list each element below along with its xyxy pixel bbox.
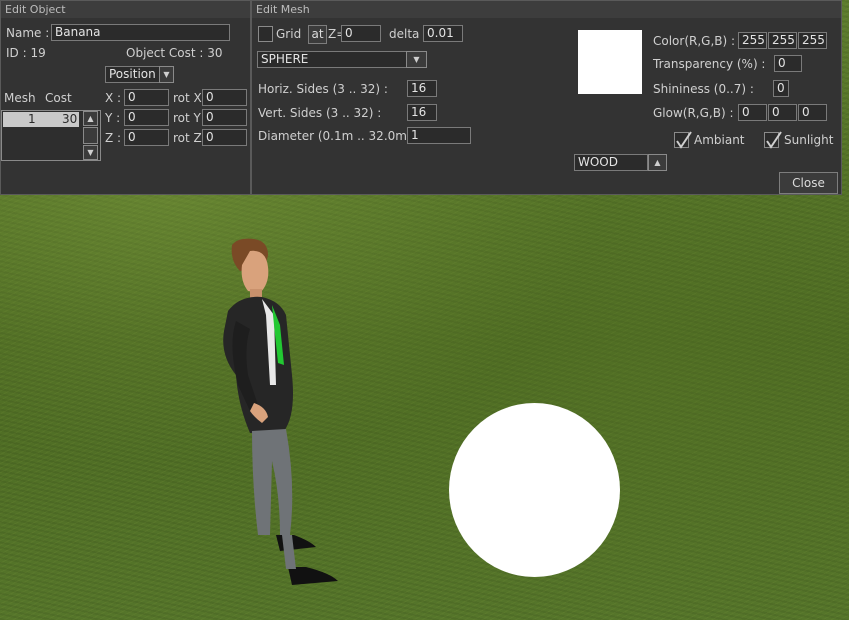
glow-b-field[interactable]: 0 xyxy=(798,104,827,121)
rot-z-label: rot Z xyxy=(173,131,202,145)
shape-select[interactable]: SPHERE xyxy=(257,51,407,68)
shininess-field[interactable]: 0 xyxy=(773,80,789,97)
vert-sides-field[interactable]: 16 xyxy=(407,104,437,121)
rot-x-label: rot X xyxy=(173,91,202,105)
mesh-cost: 30 xyxy=(62,112,78,126)
edit-mesh-panel: Edit Mesh Grid at Z= 0 delta 0.01 SPHERE… xyxy=(251,0,842,195)
y-label: Y : xyxy=(105,111,121,125)
z-label: Z : xyxy=(105,131,122,145)
close-button[interactable]: Close xyxy=(779,172,838,194)
ambiant-checkbox[interactable] xyxy=(674,131,692,149)
checkmark-icon xyxy=(766,131,782,149)
object-name-field[interactable]: Banana xyxy=(51,24,230,41)
texture-dropdown-button[interactable]: ▲ xyxy=(648,154,667,171)
list-scrollbar-track[interactable] xyxy=(83,127,98,144)
diameter-field[interactable]: 1 xyxy=(407,127,471,144)
mesh-list-row[interactable]: 1 30 xyxy=(3,112,79,127)
grid-checkbox[interactable] xyxy=(258,26,273,42)
arrow-up-icon: ▲ xyxy=(87,114,94,123)
edit-mesh-title: Edit Mesh xyxy=(252,1,841,18)
cost-column-header: Cost xyxy=(45,91,72,105)
color-g-field[interactable]: 255 xyxy=(768,32,797,49)
shininess-label: Shininess (0..7) : xyxy=(653,82,754,96)
grid-z-field[interactable]: 0 xyxy=(341,25,381,42)
chevron-up-icon: ▲ xyxy=(654,158,661,167)
color-r-field[interactable]: 255 xyxy=(738,32,767,49)
delta-label: delta xyxy=(389,27,420,41)
horiz-sides-label: Horiz. Sides (3 .. 32) : xyxy=(258,82,388,96)
arrow-down-icon: ▼ xyxy=(87,148,94,157)
glow-g-field[interactable]: 0 xyxy=(768,104,797,121)
transparency-label: Transparency (%) : xyxy=(653,57,766,71)
color-b-field[interactable]: 255 xyxy=(798,32,827,49)
z-field[interactable]: 0 xyxy=(124,129,169,146)
grid-label: Grid xyxy=(276,27,302,41)
horiz-sides-field[interactable]: 16 xyxy=(407,80,437,97)
edit-object-panel: Edit Object Name : Banana ID : 19 Object… xyxy=(0,0,251,195)
diameter-label: Diameter (0.1m .. 32.0m) : xyxy=(258,129,420,143)
sunlight-checkbox[interactable] xyxy=(764,131,782,149)
texture-select[interactable]: WOOD xyxy=(574,154,648,171)
name-label: Name : xyxy=(6,26,50,40)
edit-object-title: Edit Object xyxy=(1,1,250,18)
object-id-label: ID : 19 xyxy=(6,46,46,60)
rot-z-field[interactable]: 0 xyxy=(202,129,247,146)
sunlight-label: Sunlight xyxy=(784,133,834,147)
ambiant-label: Ambiant xyxy=(694,133,745,147)
transform-mode-dropdown-button[interactable]: ▼ xyxy=(159,66,174,83)
rot-y-field[interactable]: 0 xyxy=(202,109,247,126)
chevron-down-icon: ▼ xyxy=(163,70,170,79)
rot-x-field[interactable]: 0 xyxy=(202,89,247,106)
rot-y-label: rot Y xyxy=(173,111,201,125)
mesh-number: 1 xyxy=(28,112,36,126)
shape-dropdown-button[interactable]: ▼ xyxy=(406,51,427,68)
delta-field[interactable]: 0.01 xyxy=(423,25,463,42)
x-field[interactable]: 0 xyxy=(124,89,169,106)
list-scroll-down-button[interactable]: ▼ xyxy=(83,145,98,160)
avatar-character[interactable] xyxy=(210,235,350,595)
transparency-field[interactable]: 0 xyxy=(774,55,802,72)
transform-mode-select[interactable]: Position xyxy=(105,66,160,83)
glow-r-field[interactable]: 0 xyxy=(738,104,767,121)
x-label: X : xyxy=(105,91,122,105)
list-scroll-up-button[interactable]: ▲ xyxy=(83,111,98,126)
mesh-column-header: Mesh xyxy=(4,91,36,105)
chevron-down-icon: ▼ xyxy=(413,55,420,64)
vert-sides-label: Vert. Sides (3 .. 32) : xyxy=(258,106,382,120)
color-label: Color(R,G,B) : xyxy=(653,34,736,48)
glow-label: Glow(R,G,B) : xyxy=(653,106,734,120)
grid-at-button[interactable]: at xyxy=(308,25,327,44)
y-field[interactable]: 0 xyxy=(124,109,169,126)
white-sphere-object[interactable] xyxy=(449,403,620,577)
object-cost-label: Object Cost : 30 xyxy=(126,46,223,60)
color-swatch[interactable] xyxy=(578,30,642,94)
checkmark-icon xyxy=(676,131,692,149)
